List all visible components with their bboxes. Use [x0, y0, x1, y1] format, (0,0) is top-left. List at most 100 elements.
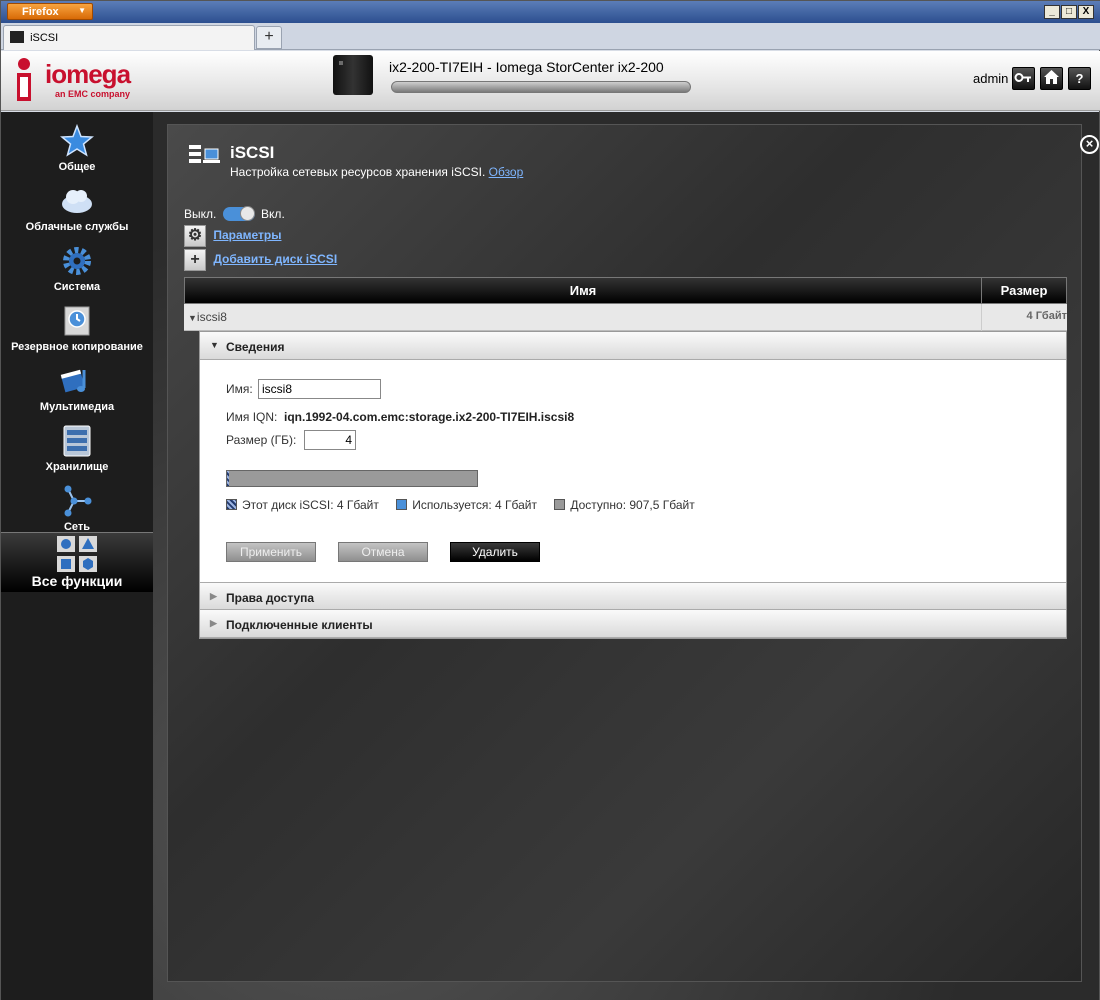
maximize-button[interactable]: □	[1061, 5, 1077, 19]
connected-clients-header[interactable]: ▶ Подключенные клиенты	[200, 610, 1066, 638]
details-panel: ▼ Сведения Имя: Имя IQN: iqn.1992-04.com…	[199, 331, 1067, 639]
device-title: ix2-200-TI7EIH - Iomega StorCenter ix2-2…	[389, 59, 664, 75]
chevron-right-icon: ▶	[210, 618, 217, 628]
size-label: Размер (ГБ):	[226, 433, 297, 447]
legend-this-disk: Этот диск iSCSI: 4 Гбайт	[226, 498, 379, 512]
iscsi-toggle-row: Выкл. Вкл.	[184, 206, 285, 221]
chevron-down-icon: ▼	[210, 340, 219, 350]
usage-bar	[226, 470, 478, 487]
all-functions-icon	[57, 536, 97, 572]
details-section-header[interactable]: ▼ Сведения	[200, 332, 1066, 360]
column-header-name[interactable]: Имя	[185, 278, 982, 303]
left-nav: Общее Облачные службы Система Резервное …	[1, 112, 153, 1000]
app-header: iomega an EMC company ix2-200-TI7EIH - I…	[1, 51, 1100, 111]
settings-action: ⚙ Параметры	[184, 225, 282, 247]
legend-used: Используется: 4 Гбайт	[396, 498, 537, 512]
key-button[interactable]	[1012, 67, 1035, 90]
page-subtitle: Настройка сетевых ресурсов хранения iSCS…	[230, 165, 523, 179]
backup-icon	[64, 306, 90, 336]
firefox-menu-button[interactable]: Firefox ▼	[7, 3, 93, 20]
logo-subtitle: an EMC company	[55, 89, 131, 99]
nav-label-general: Общее	[58, 161, 96, 173]
page-favicon-icon	[10, 31, 24, 43]
firefox-menu-label: Firefox	[22, 6, 59, 18]
gear-icon	[63, 247, 91, 275]
apply-button[interactable]: Применить	[226, 542, 316, 562]
cancel-button[interactable]: Отмена	[338, 542, 428, 562]
close-icon: ×	[1085, 136, 1094, 151]
user-name[interactable]: admin	[973, 71, 1008, 86]
row-name: ▼iscsi8	[188, 310, 227, 324]
close-panel-button[interactable]: ×	[1080, 135, 1099, 154]
storage-icon	[63, 425, 91, 457]
row-expand-icon[interactable]: ▼	[188, 313, 197, 323]
page-description: Настройка сетевых ресурсов хранения iSCS…	[230, 165, 486, 179]
tab-bar: iSCSI +	[1, 23, 1100, 50]
nav-item-all-functions[interactable]: Все функции	[1, 532, 153, 592]
add-disk-link[interactable]: Добавить диск iSCSI	[213, 252, 337, 266]
connected-clients-title: Подключенные клиенты	[226, 618, 373, 632]
tab-title: iSCSI	[30, 32, 59, 44]
details-section-title: Сведения	[226, 340, 285, 354]
browser-window: Firefox ▼ _ □ X iSCSI + iomega an EMC co…	[0, 0, 1100, 1000]
minimize-button[interactable]: _	[1044, 5, 1060, 19]
close-window-button[interactable]: X	[1078, 5, 1094, 19]
chevron-right-icon: ▶	[210, 591, 217, 601]
settings-link[interactable]: Параметры	[213, 228, 281, 242]
iscsi-icon	[189, 145, 220, 163]
help-icon: ?	[1075, 71, 1084, 86]
tab-iscsi[interactable]: iSCSI	[3, 25, 255, 50]
nav-label-storage: Хранилище	[45, 461, 109, 473]
legend-label: Доступно: 907,5 Гбайт	[570, 498, 695, 512]
nav-label-all-functions: Все функции	[31, 573, 123, 589]
column-header-size[interactable]: Размер	[982, 278, 1066, 303]
toggle-on-label: Вкл.	[261, 207, 285, 221]
table-row[interactable]: ▼iscsi8 4 Гбайт	[184, 304, 1067, 331]
plus-icon[interactable]: +	[184, 249, 206, 271]
iscsi-table: Имя Размер ▼iscsi8 4 Гбайт ▼ Сведения Им…	[184, 277, 1067, 639]
name-label: Имя:	[226, 382, 253, 396]
page-title: iSCSI	[230, 143, 275, 162]
access-rights-header[interactable]: ▶ Права доступа	[200, 582, 1066, 610]
usage-bar-fill	[227, 471, 229, 486]
network-icon	[64, 485, 92, 517]
delete-button[interactable]: Удалить	[450, 542, 540, 562]
title-bar: Firefox ▼ _ □ X	[1, 1, 1100, 23]
iscsi-panel: × iSCSI Настройка сетевых ресурсов хране…	[167, 124, 1099, 982]
nav-item-system[interactable]: Система	[1, 238, 153, 298]
iscsi-toggle[interactable]	[222, 206, 255, 221]
add-disk-action: + Добавить диск iSCSI	[184, 249, 337, 271]
nav-item-general[interactable]: Общее	[1, 118, 153, 178]
nav-item-cloud[interactable]: Облачные службы	[1, 178, 153, 238]
usage-legend: Этот диск iSCSI: 4 Гбайт Используется: 4…	[226, 498, 709, 512]
iomega-logo-icon	[17, 58, 31, 101]
help-button[interactable]: ?	[1068, 67, 1091, 90]
legend-label: Этот диск iSCSI: 4 Гбайт	[242, 498, 379, 512]
device-icon	[333, 55, 373, 95]
nav-item-storage[interactable]: Хранилище	[1, 418, 153, 478]
nav-label-backup: Резервное копирование	[11, 341, 143, 353]
logo-text: iomega	[45, 59, 131, 89]
star-icon	[60, 124, 94, 157]
overview-link[interactable]: Обзор	[489, 165, 524, 179]
nav-label-multimedia: Мультимедиа	[39, 401, 115, 413]
row-name-text: iscsi8	[196, 310, 227, 324]
legend-label: Используется: 4 Гбайт	[412, 498, 537, 512]
iqn-label: Имя IQN:	[226, 410, 278, 424]
home-button[interactable]	[1040, 67, 1063, 90]
gear-icon[interactable]: ⚙	[184, 225, 206, 247]
row-size: 4 Гбайт	[1026, 310, 1067, 322]
legend-available: Доступно: 907,5 Гбайт	[554, 498, 695, 512]
name-input[interactable]	[258, 379, 381, 399]
nav-item-network[interactable]: Сеть	[1, 478, 153, 538]
chevron-down-icon: ▼	[78, 6, 86, 15]
access-rights-title: Права доступа	[226, 591, 315, 605]
size-input[interactable]	[304, 430, 356, 450]
nav-label-cloud: Облачные службы	[25, 221, 129, 233]
new-tab-button[interactable]: +	[256, 26, 282, 49]
table-header: Имя Размер	[184, 277, 1067, 304]
nav-item-backup[interactable]: Резервное копирование	[1, 298, 153, 358]
nav-item-multimedia[interactable]: Мультимедиа	[1, 358, 153, 418]
cloud-icon	[62, 190, 92, 213]
details-section-body: Имя: Имя IQN: iqn.1992-04.com.emc:storag…	[200, 360, 1066, 582]
